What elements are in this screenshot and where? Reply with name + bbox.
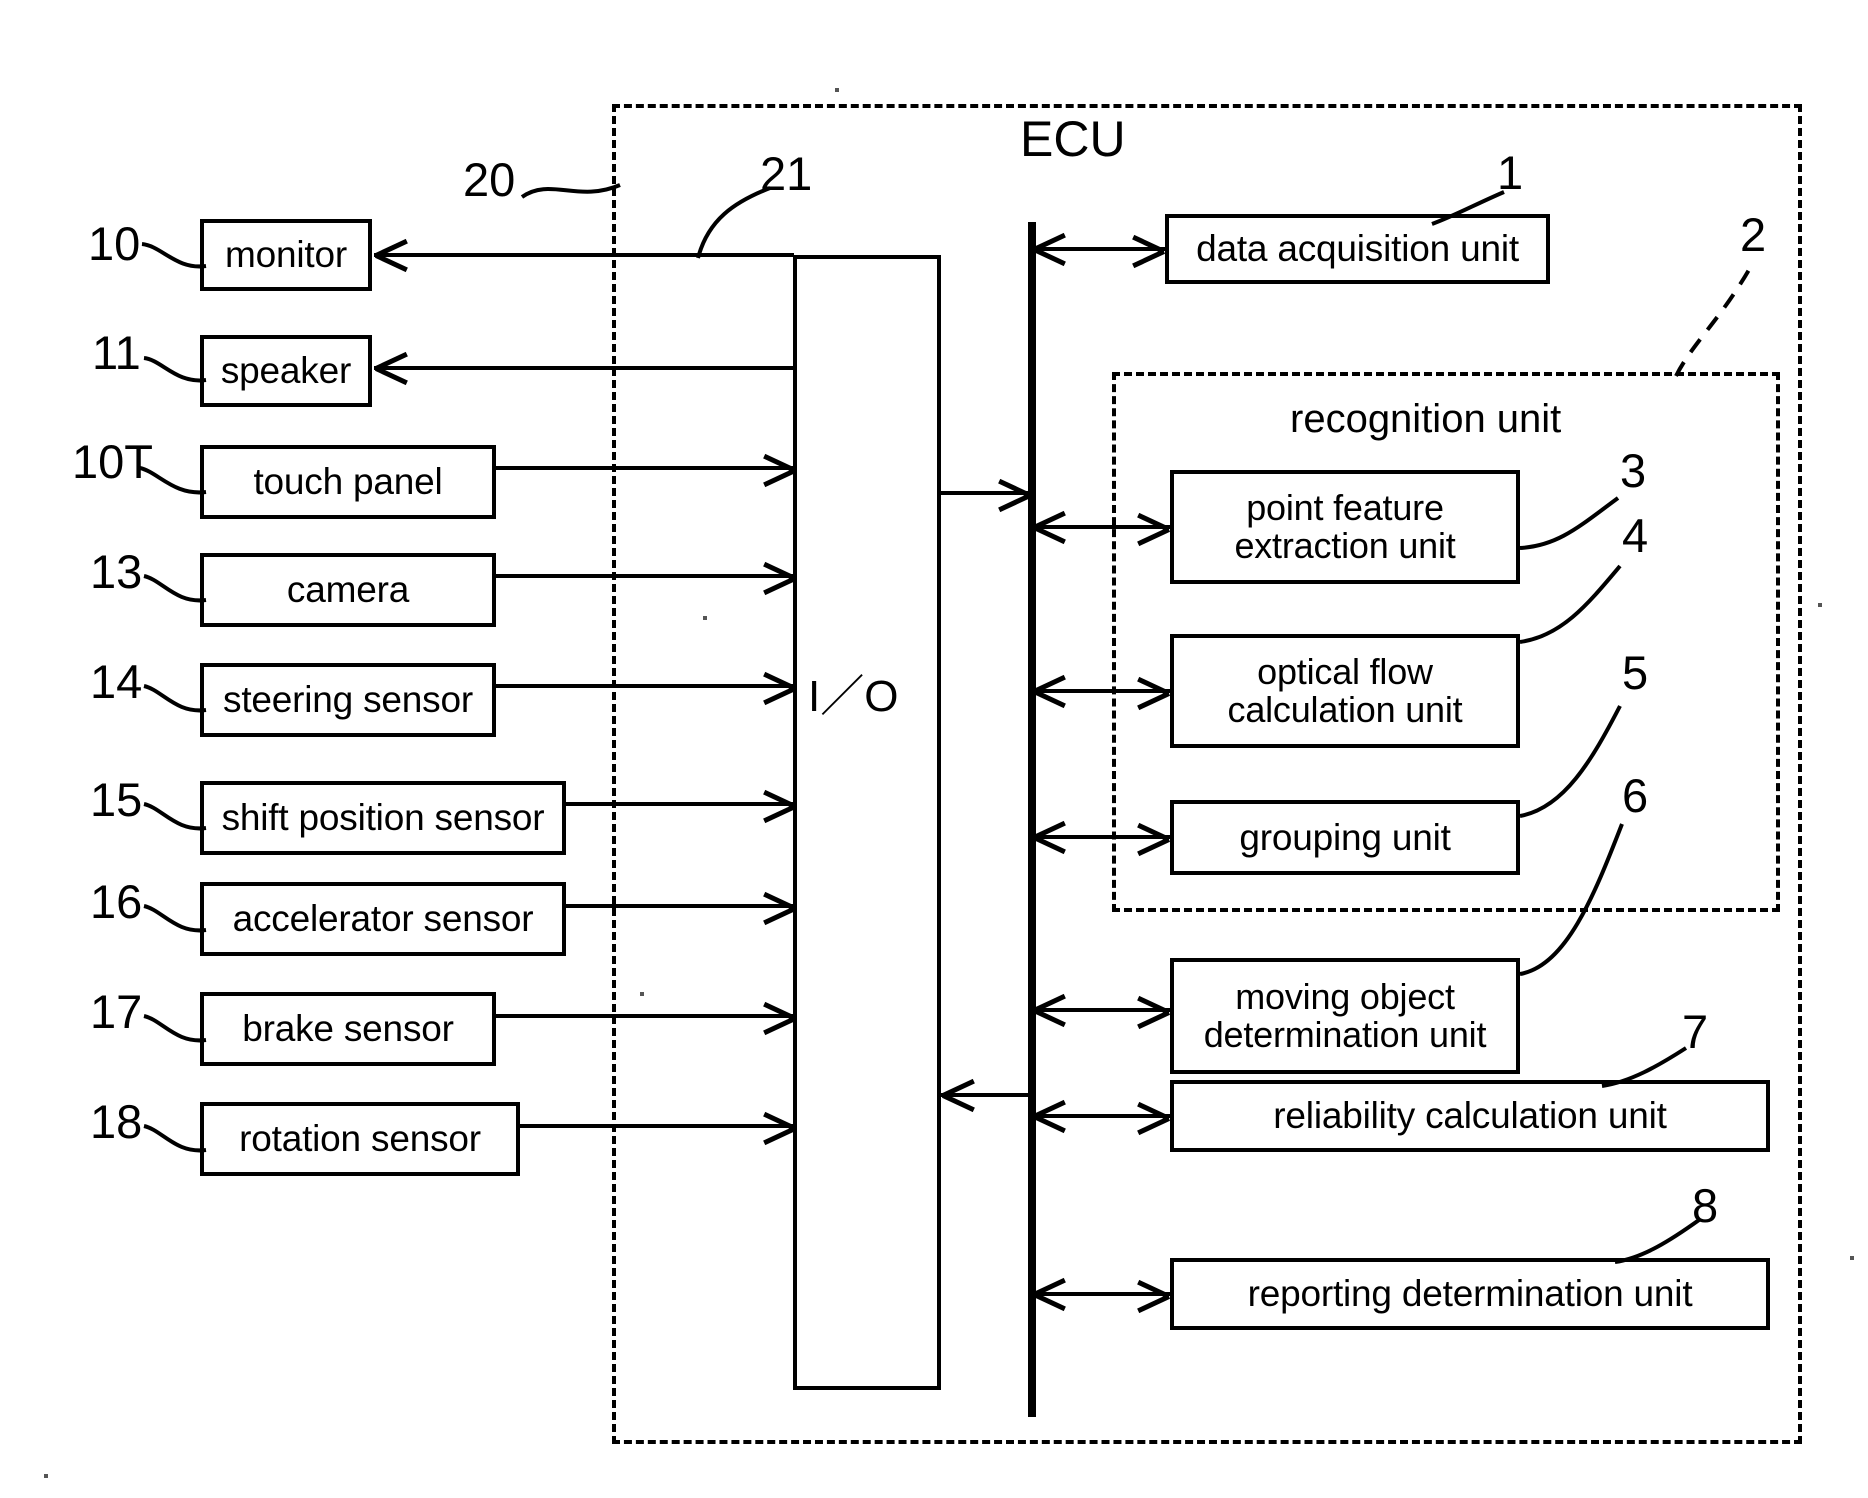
ecu-box-grouping-unit: grouping unit	[1170, 800, 1520, 875]
ref-6: 6	[1622, 769, 1649, 822]
peripheral-box-speaker: speaker	[200, 335, 372, 407]
connector-touch-panel	[496, 466, 794, 470]
peripheral-box-brake-sensor: brake sensor	[200, 992, 496, 1066]
leader-17	[143, 1014, 207, 1043]
connector-bus-reporting-determination-unit	[1032, 1292, 1171, 1296]
connector-shift-position-sensor	[566, 802, 794, 806]
peripheral-box-accelerator-sensor: accelerator sensor	[200, 882, 566, 956]
ref-5: 5	[1622, 646, 1649, 699]
ecu-box-point-feature-extraction-unit: point feature extraction unit	[1170, 470, 1520, 584]
scan-speck	[835, 88, 839, 92]
scan-speck	[1850, 1256, 1854, 1260]
connector-bus-moving-object-determination-unit	[1032, 1008, 1171, 1012]
connector-brake-sensor	[496, 1014, 794, 1018]
leader-1	[1431, 190, 1505, 226]
leader-4	[1519, 564, 1622, 644]
peripheral-box-rotation-sensor: rotation sensor	[200, 1102, 520, 1176]
ecu-label-reporting-determination-unit: reporting determination unit	[1247, 1273, 1693, 1315]
leader-20	[520, 183, 621, 199]
peripheral-label-rotation-sensor: rotation sensor	[239, 1118, 481, 1160]
ref-15: 15	[90, 773, 143, 826]
peripheral-label-brake-sensor: brake sensor	[242, 1008, 454, 1050]
ref-13: 13	[90, 545, 143, 598]
ecu-label-point-feature-line1: point feature	[1246, 487, 1444, 529]
peripheral-box-touch-panel: touch panel	[200, 445, 496, 519]
leader-13	[143, 574, 207, 603]
scan-speck	[44, 1474, 48, 1478]
leader-2	[1674, 267, 1752, 377]
leader-6	[1519, 823, 1624, 976]
peripheral-label-speaker: speaker	[220, 350, 352, 392]
leader-16	[143, 904, 207, 933]
ref-17: 17	[90, 985, 143, 1038]
connector-bus-point-feature-extraction-unit	[1032, 525, 1171, 529]
peripheral-label-monitor: monitor	[225, 234, 347, 276]
connector-bus-reliability-calculation-unit	[1032, 1114, 1171, 1118]
leader-10	[141, 242, 207, 269]
peripheral-label-steering-sensor: steering sensor	[223, 679, 473, 721]
scan-speck	[640, 992, 644, 996]
ref-2: 2	[1740, 208, 1767, 261]
ref-16: 16	[90, 875, 143, 928]
connector-rotation-sensor	[520, 1124, 794, 1128]
peripheral-label-accelerator-sensor: accelerator sensor	[232, 898, 534, 940]
ref-20: 20	[463, 153, 516, 206]
ref-11: 11	[92, 326, 141, 379]
peripheral-box-shift-position-sensor: shift position sensor	[200, 781, 566, 855]
leader-3	[1519, 496, 1620, 550]
recognition-unit-title: recognition unit	[1290, 397, 1562, 441]
scan-speck	[1818, 603, 1822, 607]
connector-steering-sensor	[496, 684, 794, 688]
leader-11	[143, 356, 207, 383]
connector-bus-grouping-unit	[1032, 835, 1171, 839]
ecu-label-moving-object-line1: moving object	[1235, 976, 1455, 1018]
peripheral-box-monitor: monitor	[200, 219, 372, 291]
connector-accelerator-sensor	[566, 904, 794, 908]
scan-speck	[703, 616, 707, 620]
peripheral-box-steering-sensor: steering sensor	[200, 663, 496, 737]
connector-camera	[496, 574, 794, 578]
ecu-label-reliability-calculation-unit: reliability calculation unit	[1273, 1095, 1667, 1137]
leader-5	[1519, 705, 1622, 818]
peripheral-label-touch-panel: touch panel	[253, 461, 443, 503]
leader-8	[1614, 1218, 1701, 1264]
connector-speaker	[374, 366, 794, 370]
ecu-label-data-acquisition-unit: data acquisition unit	[1196, 228, 1519, 270]
peripheral-label-shift-position-sensor: shift position sensor	[221, 797, 545, 839]
ecu-label-point-feature-line2: extraction unit	[1234, 525, 1456, 566]
ref-3: 3	[1620, 444, 1647, 497]
ecu-label-grouping-unit: grouping unit	[1239, 816, 1451, 858]
connector-bus-data-acquisition-unit	[1032, 247, 1166, 251]
leader-7	[1601, 1046, 1688, 1088]
ecu-title: ECU	[1020, 111, 1126, 167]
ecu-box-optical-flow-calculation-unit: optical flow calculation unit	[1170, 634, 1520, 748]
leader-21	[696, 186, 771, 259]
io-label: I／O	[808, 672, 899, 721]
ecu-label-moving-object-line2: determination unit	[1203, 1014, 1487, 1055]
ecu-label-optical-flow-line1: optical flow	[1257, 651, 1433, 693]
ref-18: 18	[90, 1095, 143, 1148]
connector-bus-to-io	[941, 1093, 1033, 1097]
figure-canvas: ECU 20 21 I／O recognition unit 2 monitor…	[0, 0, 1868, 1498]
ecu-box-moving-object-determination-unit: moving object determination unit	[1170, 958, 1520, 1074]
connector-bus-optical-flow-calculation-unit	[1032, 689, 1171, 693]
ecu-box-reliability-calculation-unit: reliability calculation unit	[1170, 1080, 1770, 1152]
io-block	[793, 255, 941, 1390]
peripheral-label-camera: camera	[286, 569, 410, 611]
connector-monitor	[374, 253, 794, 257]
ecu-label-optical-flow-line2: calculation unit	[1227, 689, 1463, 730]
leader-18	[143, 1124, 207, 1153]
ref-4: 4	[1622, 509, 1649, 562]
ref-10: 10	[88, 217, 141, 270]
internal-bus	[1028, 222, 1036, 1417]
leader-10T	[139, 466, 207, 495]
ref-14: 14	[90, 655, 143, 708]
leader-15	[143, 802, 207, 831]
ecu-box-reporting-determination-unit: reporting determination unit	[1170, 1258, 1770, 1330]
leader-14	[143, 684, 207, 713]
peripheral-box-camera: camera	[200, 553, 496, 627]
